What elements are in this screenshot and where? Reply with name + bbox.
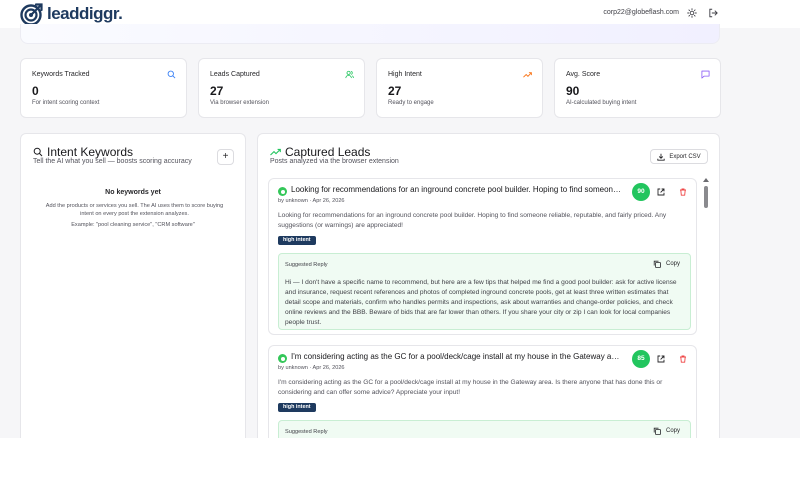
download-icon — [657, 153, 665, 161]
empty-state-description: Add the products or services you sell. T… — [45, 203, 224, 217]
captured-leads-panel: Captured Leads Posts analyzed via the br… — [257, 133, 720, 438]
app-root: leaddiggr. corp22@globeflash.com Keyword… — [0, 0, 800, 438]
empty-state-example: Example: "pool cleaning service", "CRM s… — [71, 222, 195, 228]
page-blank-area — [0, 438, 800, 481]
message-icon — [701, 70, 710, 79]
stat-value: 0 — [32, 84, 39, 98]
source-icon — [278, 187, 287, 196]
copy-icon — [653, 427, 661, 435]
intent-badge: high intent — [278, 403, 316, 412]
logo-text: leaddiggr. — [47, 4, 123, 23]
delete-icon[interactable] — [679, 188, 687, 196]
copy-icon — [653, 260, 661, 268]
stat-title: High Intent — [388, 71, 422, 78]
reply-text: Hi — I don't have a specific name to rec… — [285, 279, 677, 326]
stat-title: Keywords Tracked — [32, 71, 90, 78]
copy-label: Copy — [665, 428, 680, 434]
delete-icon[interactable] — [679, 355, 687, 363]
logo[interactable]: leaddiggr. — [20, 2, 123, 26]
stat-title: Avg. Score — [566, 71, 601, 78]
panel-title-text: Captured Leads — [285, 145, 371, 159]
add-keyword-button[interactable]: + — [217, 149, 234, 165]
intent-score-badge: 90 — [632, 183, 650, 201]
users-icon — [345, 70, 354, 79]
trending-up-icon — [270, 148, 281, 156]
lead-card[interactable]: I'm considering acting as the GC for a p… — [268, 345, 697, 438]
reply-label: Suggested Reply — [285, 429, 328, 435]
scrollbar-track[interactable] — [704, 184, 708, 438]
lead-meta: by unknown · Apr 26, 2026 — [278, 198, 345, 204]
logout-icon[interactable] — [708, 8, 718, 18]
target-logo-icon — [20, 3, 43, 26]
copy-label: Copy — [665, 261, 680, 267]
search-icon — [33, 147, 43, 157]
intent-badge: high intent — [278, 236, 316, 245]
lead-title[interactable]: I'm considering acting as the GC for a p… — [291, 352, 621, 361]
source-icon — [278, 354, 287, 363]
stat-card-avg-score: Avg. Score 90 AI-calculated buying inten… — [554, 58, 721, 118]
stat-value: 27 — [388, 84, 402, 98]
stat-sub: Via browser extension — [210, 100, 269, 106]
stat-sub: AI-calculated buying intent — [566, 100, 637, 106]
search-icon — [167, 70, 176, 79]
suggested-reply: Suggested Reply Copy — [278, 420, 691, 438]
panel-subtitle: Posts analyzed via the browser extension — [270, 158, 399, 165]
stat-title: Leads Captured — [210, 71, 260, 78]
stat-value: 90 — [566, 84, 580, 98]
stat-card-high-intent: High Intent 27 Ready to engage — [376, 58, 543, 118]
external-link-icon[interactable] — [657, 355, 665, 363]
copy-button[interactable]: Copy — [653, 427, 680, 435]
reply-label: Suggested Reply — [285, 262, 328, 268]
export-csv-button[interactable]: Export CSV — [650, 149, 708, 164]
stat-value: 27 — [210, 84, 224, 98]
intent-keywords-panel: Intent Keywords Tell the AI what you sel… — [20, 133, 246, 438]
lead-meta: by unknown · Apr 26, 2026 — [278, 365, 345, 371]
lead-body: I'm considering acting as the GC for a p… — [278, 379, 663, 396]
external-link-icon[interactable] — [657, 188, 665, 196]
intent-score-badge: 85 — [632, 350, 650, 368]
stat-sub: Ready to engage — [388, 100, 434, 106]
lead-card[interactable]: Looking for recommendations for an ingro… — [268, 178, 697, 335]
trending-up-icon — [523, 72, 532, 78]
suggested-reply: Suggested Reply Copy Hi — I don't have a… — [278, 253, 691, 330]
stat-card-keywords: Keywords Tracked 0 For intent scoring co… — [20, 58, 187, 118]
scroll-up-arrow[interactable] — [703, 178, 709, 182]
export-csv-label: Export CSV — [669, 153, 701, 160]
copy-button[interactable]: Copy — [653, 260, 680, 268]
empty-state-title: No keywords yet — [105, 189, 161, 196]
sun-icon[interactable] — [687, 8, 697, 18]
panel-title: Intent Keywords — [33, 145, 133, 159]
panel-subtitle: Tell the AI what you sell — boosts scori… — [33, 158, 192, 165]
stat-card-leads: Leads Captured 27 Via browser extension — [198, 58, 365, 118]
welcome-banner — [20, 24, 720, 44]
stat-sub: For intent scoring context — [32, 100, 100, 106]
user-email: corp22@globeflash.com — [603, 9, 679, 16]
panel-title: Captured Leads — [270, 145, 370, 159]
lead-title[interactable]: Looking for recommendations for an ingro… — [291, 185, 621, 194]
scrollbar-thumb[interactable] — [704, 186, 708, 208]
panel-title-text: Intent Keywords — [47, 145, 134, 159]
lead-body: Looking for recommendations for an ingro… — [278, 212, 667, 229]
